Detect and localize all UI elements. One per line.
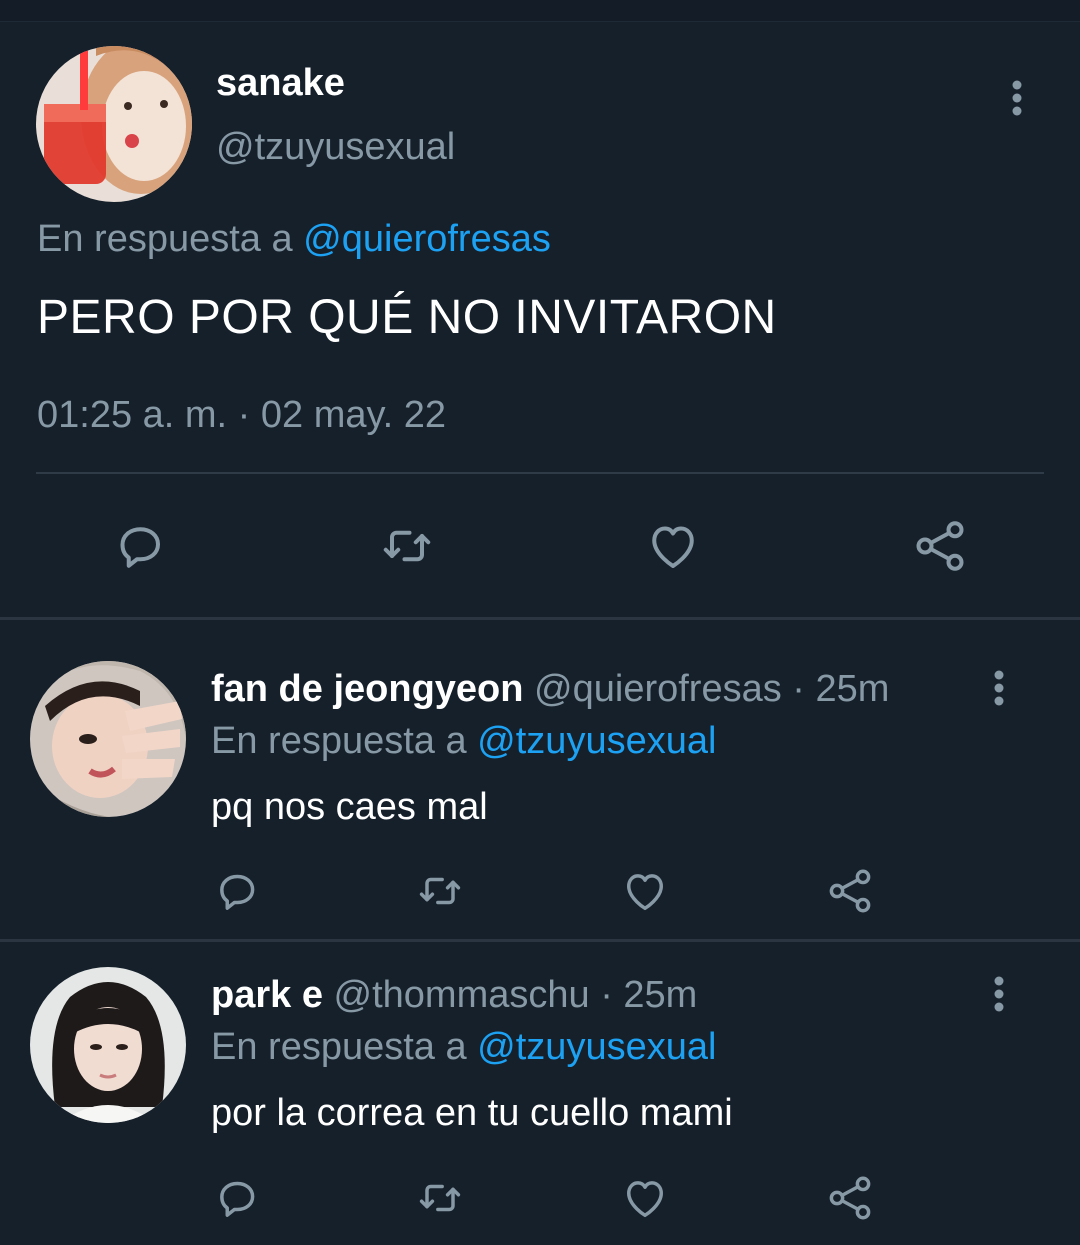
tweet-text: por la correa en tu cuello mami [211, 1092, 733, 1134]
mention-link[interactable]: @tzuyusexual [477, 720, 716, 762]
tweet-text: PERO POR QUÉ NO INVITARON [37, 291, 777, 344]
action-bar [0, 516, 1080, 576]
handle-and-time[interactable]: @thommaschu · 25m [334, 974, 698, 1016]
main-tweet: sanake @tzuyusexual En respuesta a @quie… [0, 22, 1080, 618]
avatar[interactable] [36, 46, 192, 202]
reply-icon[interactable] [211, 865, 263, 917]
reply-icon[interactable] [211, 1172, 263, 1224]
reply-context: En respuesta a @tzuyusexual [211, 1026, 716, 1069]
top-strip [0, 0, 1080, 22]
more-vertical-icon[interactable] [984, 668, 1014, 708]
retweet-icon[interactable] [414, 1172, 466, 1224]
share-icon[interactable] [824, 865, 876, 917]
display-name[interactable]: park e [211, 974, 323, 1016]
heart-icon[interactable] [619, 865, 671, 917]
reply-context: En respuesta a @quierofresas [37, 218, 551, 261]
share-icon[interactable] [824, 1172, 876, 1224]
reply-tweet[interactable]: fan de jeongyeon @quierofresas · 25m En … [0, 620, 1080, 938]
timestamp: 01:25 a. m. · 02 may. 22 [37, 394, 447, 436]
reply-icon[interactable] [110, 516, 170, 576]
tweet-text: pq nos caes mal [211, 786, 488, 828]
divider [36, 472, 1044, 474]
avatar[interactable] [30, 967, 186, 1123]
reply-prefix: En respuesta a [211, 720, 478, 762]
display-name[interactable]: fan de jeongyeon [211, 668, 523, 710]
heart-icon[interactable] [619, 1172, 671, 1224]
reply-context: En respuesta a @tzuyusexual [211, 720, 716, 763]
reply-tweet[interactable]: park e @thommaschu · 25m En respuesta a … [0, 942, 1080, 1245]
retweet-icon[interactable] [377, 516, 437, 576]
reply-prefix: En respuesta a [211, 1026, 478, 1068]
reply-header: fan de jeongyeon @quierofresas · 25m [211, 668, 889, 711]
handle-and-time[interactable]: @quierofresas · 25m [534, 668, 889, 710]
avatar[interactable] [30, 661, 186, 817]
retweet-icon[interactable] [414, 865, 466, 917]
mention-link[interactable]: @tzuyusexual [477, 1026, 716, 1068]
reply-prefix: En respuesta a [37, 218, 304, 260]
heart-icon[interactable] [643, 516, 703, 576]
more-vertical-icon[interactable] [1002, 78, 1032, 118]
mention-link[interactable]: @quierofresas [303, 218, 551, 260]
user-handle[interactable]: @tzuyusexual [216, 126, 455, 169]
display-name[interactable]: sanake [216, 62, 345, 105]
share-icon[interactable] [910, 516, 970, 576]
more-vertical-icon[interactable] [984, 974, 1014, 1014]
reply-header: park e @thommaschu · 25m [211, 974, 697, 1017]
